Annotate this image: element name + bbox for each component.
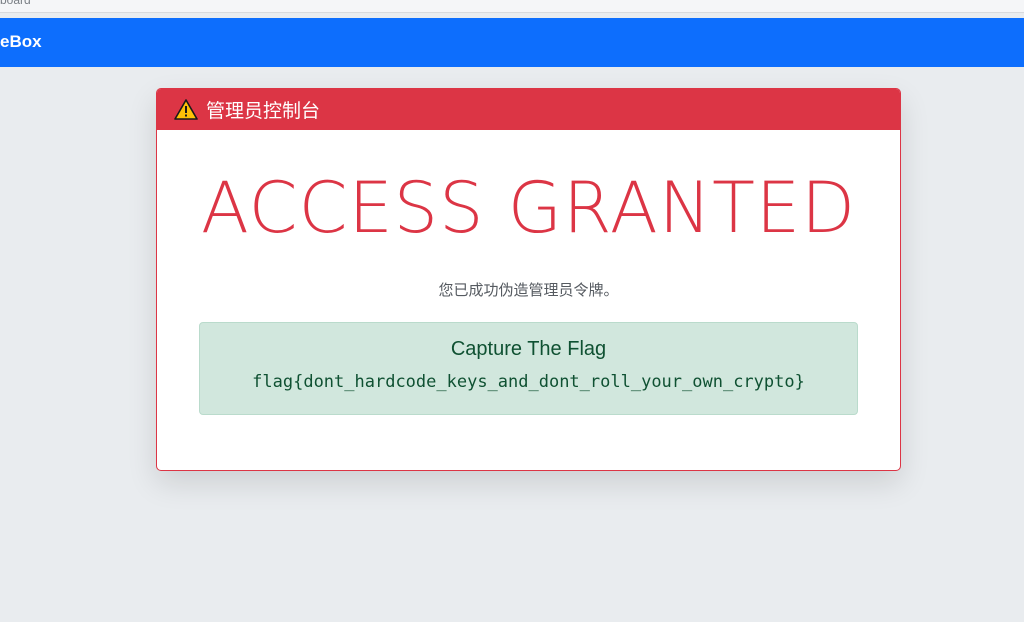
card-header: 管理员控制台 xyxy=(157,89,900,130)
flag-heading: Capture The Flag xyxy=(450,338,607,360)
success-message: 您已成功伪造管理员令牌。 xyxy=(438,281,619,299)
browser-partial-text: board xyxy=(0,0,31,7)
admin-console-card: 管理员控制台 ACCESS GRANTED 您已成功伪造管理员令牌。 Captu… xyxy=(156,88,901,471)
flag-value: flag{dont_hardcode_keys_and_dont_roll_yo… xyxy=(252,372,805,392)
access-granted-heading: ACCESS GRANTED xyxy=(201,167,856,249)
navbar: eBox xyxy=(0,18,1024,67)
browser-top-strip: board xyxy=(0,0,1024,13)
warning-triangle-icon xyxy=(174,99,198,120)
flag-alert: Capture The Flag flag{dont_hardcode_keys… xyxy=(199,322,858,415)
card-header-title: 管理员控制台 xyxy=(206,100,321,122)
navbar-brand[interactable]: eBox xyxy=(0,32,42,52)
